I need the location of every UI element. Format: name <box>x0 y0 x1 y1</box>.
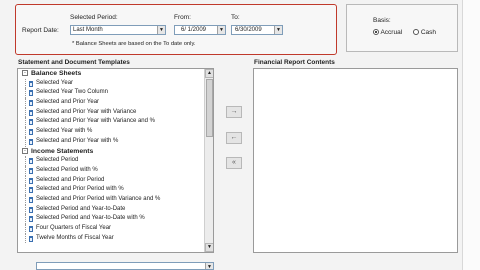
tree-item-label: Four Quarters of Fiscal Year <box>36 225 112 231</box>
collapse-icon[interactable]: - <box>22 147 28 154</box>
document-icon <box>29 119 33 126</box>
document-icon <box>29 216 33 223</box>
document-icon <box>29 90 33 97</box>
group-label: Income Statements <box>31 147 94 155</box>
tree-item-label: Selected Year Two Column <box>36 89 108 96</box>
accrual-label: Accrual <box>380 29 403 36</box>
remove-all-button[interactable]: « <box>226 157 242 169</box>
radio-selected-icon[interactable] <box>373 29 379 36</box>
tree-item-label: Selected Period and Year-to-Date <box>36 205 126 212</box>
tree-group-income-statements[interactable]: - Income Statements <box>18 147 204 157</box>
add-button[interactable]: → <box>226 106 242 118</box>
tree-item[interactable]: Selected Year Two Column <box>18 88 204 99</box>
tree-item[interactable]: Selected and Prior Period with Variance … <box>18 194 204 205</box>
document-icon <box>29 177 33 184</box>
document-icon <box>29 158 33 165</box>
report-date-label: Report Date: <box>22 27 59 34</box>
tree-item-label: Selected Period and Year-to-Date with % <box>36 215 145 222</box>
tree-item-label: Twelve Months of Fiscal Year <box>36 234 114 241</box>
report-contents-list[interactable] <box>253 68 458 253</box>
tree-group-balance-sheets[interactable]: - Balance Sheets <box>18 69 204 79</box>
tree-item-label: Selected Period <box>36 157 79 164</box>
from-date-field[interactable]: 6/ 1/2009 ▼ <box>174 25 226 35</box>
to-date-field[interactable]: 6/30/2009 ▼ <box>231 25 283 35</box>
to-date-value: 6/30/2009 <box>235 27 262 33</box>
tree-item-label: Selected and Prior Period <box>36 176 105 183</box>
tree-item[interactable]: Twelve Months of Fiscal Year <box>18 233 204 244</box>
tree-item-label: Selected and Prior Period with Variance … <box>36 195 161 202</box>
remove-button[interactable]: ← <box>226 132 242 144</box>
tree-item[interactable]: Selected Period with % <box>18 165 204 176</box>
tree-item-label: Selected and Prior Year with % <box>36 137 119 144</box>
basis-cash-option[interactable]: Cash <box>413 29 436 36</box>
tree-item[interactable]: Selected and Prior Year with % <box>18 136 204 147</box>
tree-item[interactable]: Selected Period and Year-to-Date <box>18 204 204 215</box>
chevron-down-icon: ▼ <box>157 26 165 34</box>
tree-item-label: Selected Year <box>36 79 74 86</box>
tree-item[interactable]: Selected and Prior Period <box>18 175 204 186</box>
document-icon <box>29 138 33 145</box>
radio-unselected-icon[interactable] <box>413 29 419 36</box>
scrollbar-thumb[interactable] <box>206 79 213 137</box>
tree-item-label: Selected and Prior Year with Variance <box>36 108 137 115</box>
tree-item-label: Selected Year with % <box>36 128 93 135</box>
balance-sheet-note: * Balance Sheets are based on the To dat… <box>72 41 196 47</box>
collapse-icon[interactable]: - <box>22 70 28 77</box>
scroll-down-icon[interactable]: ▼ <box>205 243 213 252</box>
basis-panel: Basis: Accrual Cash <box>346 4 458 52</box>
tree-item[interactable]: Selected Period and Year-to-Date with % <box>18 214 204 224</box>
templates-tree[interactable]: - Balance Sheets Selected Year Selected Y… <box>17 68 214 253</box>
tree-item-label: Selected and Prior Period with % <box>36 186 124 193</box>
scroll-up-icon[interactable]: ▲ <box>205 69 213 78</box>
document-icon <box>29 226 33 232</box>
document-icon <box>29 206 33 213</box>
tree-item[interactable]: Four Quarters of Fiscal Year <box>18 224 204 234</box>
tree-item[interactable]: Selected and Prior Year with Variance an… <box>18 117 204 128</box>
templates-heading: Statement and Document Templates <box>18 59 130 66</box>
selected-period-label: Selected Period: <box>70 14 118 21</box>
chevron-down-icon: ▼ <box>274 26 282 34</box>
document-icon <box>29 100 33 107</box>
tree-item-label: Selected Period with % <box>36 166 98 173</box>
group-label: Balance Sheets <box>31 70 82 77</box>
report-date-panel: Report Date: Selected Period: Last Month… <box>15 4 337 55</box>
document-icon <box>29 167 33 174</box>
bottom-dropdown[interactable]: ▼ <box>36 262 214 270</box>
tree-item-label: Selected and Prior Year with Variance an… <box>36 118 155 125</box>
tree-item[interactable]: Selected and Prior Year with Variance <box>18 107 204 118</box>
tree-item[interactable]: Selected Year with % <box>18 127 204 137</box>
tree-scrollbar[interactable]: ▲ ▼ <box>204 69 213 252</box>
document-icon <box>29 196 33 203</box>
selected-period-value: Last Month <box>73 27 103 33</box>
tree-item[interactable]: Selected and Prior Period with % <box>18 185 204 195</box>
document-icon <box>29 187 33 194</box>
tree-item[interactable]: Selected Year <box>18 78 204 89</box>
document-icon <box>29 109 33 116</box>
chevron-down-icon: ▼ <box>217 26 225 34</box>
document-icon <box>29 235 33 242</box>
from-date-value: 6/ 1/2009 <box>181 27 207 33</box>
from-label: From: <box>174 14 191 21</box>
basis-label: Basis: <box>373 17 391 24</box>
tree-item-label: Selected and Prior Year <box>36 99 100 106</box>
chevron-down-icon: ▼ <box>205 263 213 269</box>
document-icon <box>29 80 33 87</box>
to-label: To: <box>231 14 240 21</box>
tree-item[interactable]: Selected and Prior Year <box>18 98 204 108</box>
document-icon <box>29 129 33 136</box>
right-edge-strip <box>462 0 480 270</box>
cash-label: Cash <box>420 29 436 36</box>
selected-period-dropdown[interactable]: Last Month ▼ <box>70 25 166 35</box>
contents-heading: Financial Report Contents <box>254 59 335 66</box>
tree-item[interactable]: Selected Period <box>18 156 204 166</box>
basis-accrual-option[interactable]: Accrual <box>373 29 402 36</box>
